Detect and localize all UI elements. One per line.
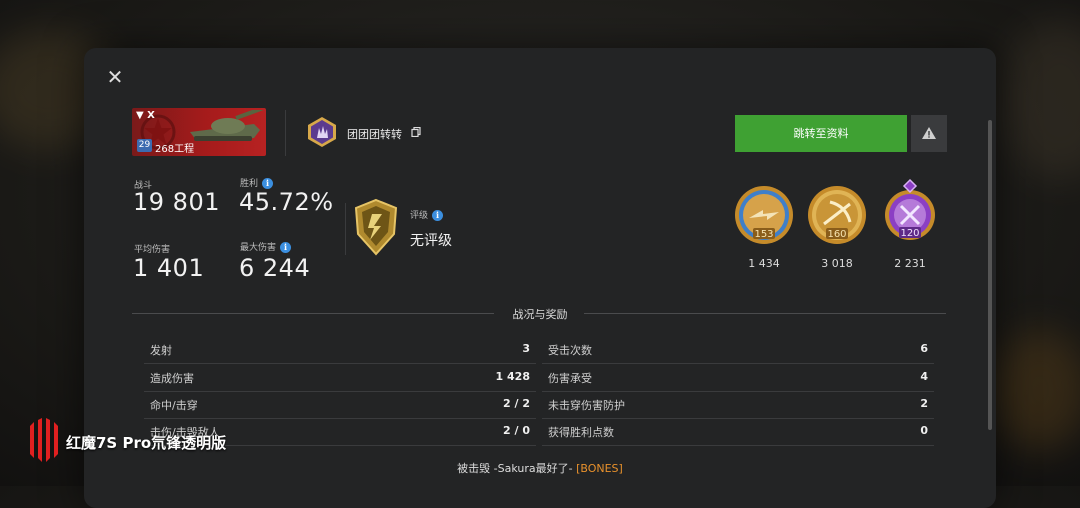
- rating-label: 评级: [410, 211, 429, 221]
- row-value: 2: [920, 397, 928, 410]
- row-value: 3: [522, 342, 530, 355]
- killed-by-prefix: 被击毁: [457, 462, 491, 475]
- table-row: 造成伤害 1 428: [144, 364, 536, 392]
- crossed-swords-medal-icon[interactable]: 120: [879, 178, 941, 240]
- medal-count: 1 434: [748, 257, 780, 270]
- clan-emblem-icon[interactable]: [306, 116, 338, 148]
- table-row: 未击穿伤害防护 2: [542, 391, 934, 419]
- divider: [285, 110, 286, 156]
- winrate-value: 45.72%: [239, 188, 334, 216]
- medal-level: 160: [827, 229, 846, 240]
- red-magic-logo-icon: [30, 418, 58, 462]
- row-label: 命中/击穿: [150, 399, 198, 412]
- row-label: 发射: [150, 344, 172, 357]
- row-value: 2 / 0: [503, 424, 530, 437]
- background-blur: [990, 330, 1080, 450]
- row-label: 未击穿伤害防护: [548, 399, 625, 412]
- max-damage-label-wrap: 最大伤害 i: [240, 240, 292, 253]
- scrollbar[interactable]: [988, 120, 992, 430]
- row-value: 1 428: [495, 370, 530, 383]
- table-row: 发射 3: [144, 336, 536, 364]
- table-row: 获得胜利点数 0: [542, 418, 934, 446]
- close-button[interactable]: ✕: [104, 66, 126, 88]
- player-name: 团团团转转: [347, 128, 402, 141]
- row-label: 伤害承受: [548, 372, 592, 385]
- table-row: 伤害承受 4: [542, 364, 934, 392]
- medal-count: 2 231: [894, 257, 926, 270]
- killer-clan[interactable]: [BONES]: [576, 462, 623, 475]
- section-line-right: [584, 313, 946, 314]
- warning-icon: [922, 127, 936, 139]
- divider: [345, 203, 346, 255]
- table-row: 受击次数 6: [542, 336, 934, 364]
- tier-mark: ▼ X: [136, 110, 155, 121]
- medal-level: 120: [900, 228, 919, 239]
- watermark-text: 红魔7S Pro氘锋透明版: [66, 434, 227, 452]
- go-to-profile-button[interactable]: 跳转至资料: [735, 115, 907, 152]
- row-label: 受击次数: [548, 344, 592, 357]
- copy-icon[interactable]: [411, 127, 421, 137]
- tank-icon: [190, 110, 263, 141]
- tank-name: 268工程: [155, 144, 195, 155]
- background-blur: [1000, 20, 1080, 180]
- max-damage-label: 最大伤害: [240, 243, 277, 253]
- row-label: 获得胜利点数: [548, 426, 614, 439]
- rating-value: 无评级: [410, 233, 452, 249]
- tank-card[interactable]: ▼ X 29 268工程: [132, 108, 266, 156]
- row-value: 4: [920, 370, 928, 383]
- report-button[interactable]: [911, 115, 947, 152]
- medal-count: 3 018: [821, 257, 853, 270]
- tank-level-badge: 29: [137, 139, 152, 152]
- info-icon[interactable]: i: [432, 210, 444, 221]
- battles-value: 19 801: [133, 188, 220, 216]
- killed-by-line: 被击毁 -Sakura最好了- [BONES]: [84, 460, 996, 476]
- max-damage-value: 6 244: [239, 254, 311, 282]
- row-value: 2 / 2: [503, 397, 530, 410]
- row-label: 造成伤害: [150, 372, 194, 385]
- killer-name[interactable]: -Sakura最好了-: [494, 462, 573, 475]
- info-icon[interactable]: i: [280, 242, 292, 253]
- section-title: 战况与奖励: [512, 308, 568, 321]
- row-value: 0: [920, 424, 928, 437]
- avg-damage-value: 1 401: [133, 254, 205, 282]
- rating-label-wrap: 评级 i: [410, 208, 444, 221]
- crossbow-medal-icon[interactable]: 160: [806, 184, 868, 246]
- table-row: 命中/击穿 2 / 2: [144, 391, 536, 419]
- winged-shell-medal-icon[interactable]: 153: [733, 184, 795, 246]
- rating-shield-icon: [354, 198, 398, 256]
- row-value: 6: [920, 342, 928, 355]
- medal-level: 153: [754, 229, 773, 240]
